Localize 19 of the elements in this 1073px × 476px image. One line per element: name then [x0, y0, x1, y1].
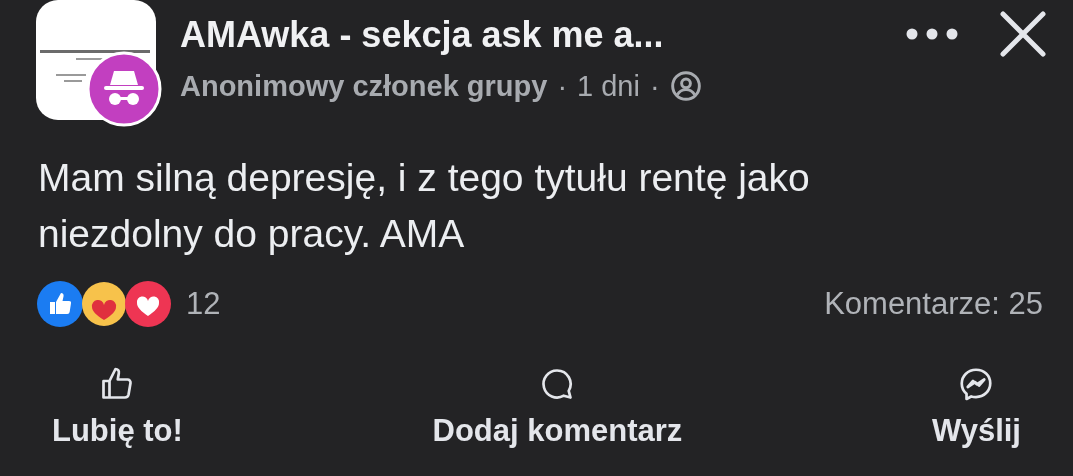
author-name[interactable]: Anonimowy członek grupy: [180, 68, 548, 104]
action-button[interactable]: Wyślij: [867, 366, 1073, 455]
comment-count[interactable]: Komentarze: 25: [824, 280, 1043, 328]
reaction-count[interactable]: 12: [186, 280, 221, 328]
more-icon[interactable]: [905, 27, 959, 41]
action-button[interactable]: Dodaj komentarz: [368, 366, 747, 455]
messenger-icon: [958, 366, 995, 402]
action-button[interactable]: Lubię to!: [0, 366, 247, 455]
care-reaction-icon: [80, 280, 128, 328]
incognito-avatar-icon: [86, 51, 162, 127]
separator-dot: ·: [649, 69, 660, 104]
close-icon[interactable]: [999, 10, 1047, 58]
separator-dot: ·: [557, 69, 568, 104]
group-name[interactable]: AMAwka - sekcja ask me a...: [180, 12, 905, 58]
heart-reaction-icon: [124, 280, 172, 328]
post-text: Mam silną depresję, i z tego tytułu rentę jako niezdolny do pracy. AMA: [37, 155, 811, 257]
like-reaction-icon: [36, 280, 84, 328]
post-time[interactable]: 1 dni: [577, 68, 640, 104]
friends-icon: [669, 70, 702, 102]
